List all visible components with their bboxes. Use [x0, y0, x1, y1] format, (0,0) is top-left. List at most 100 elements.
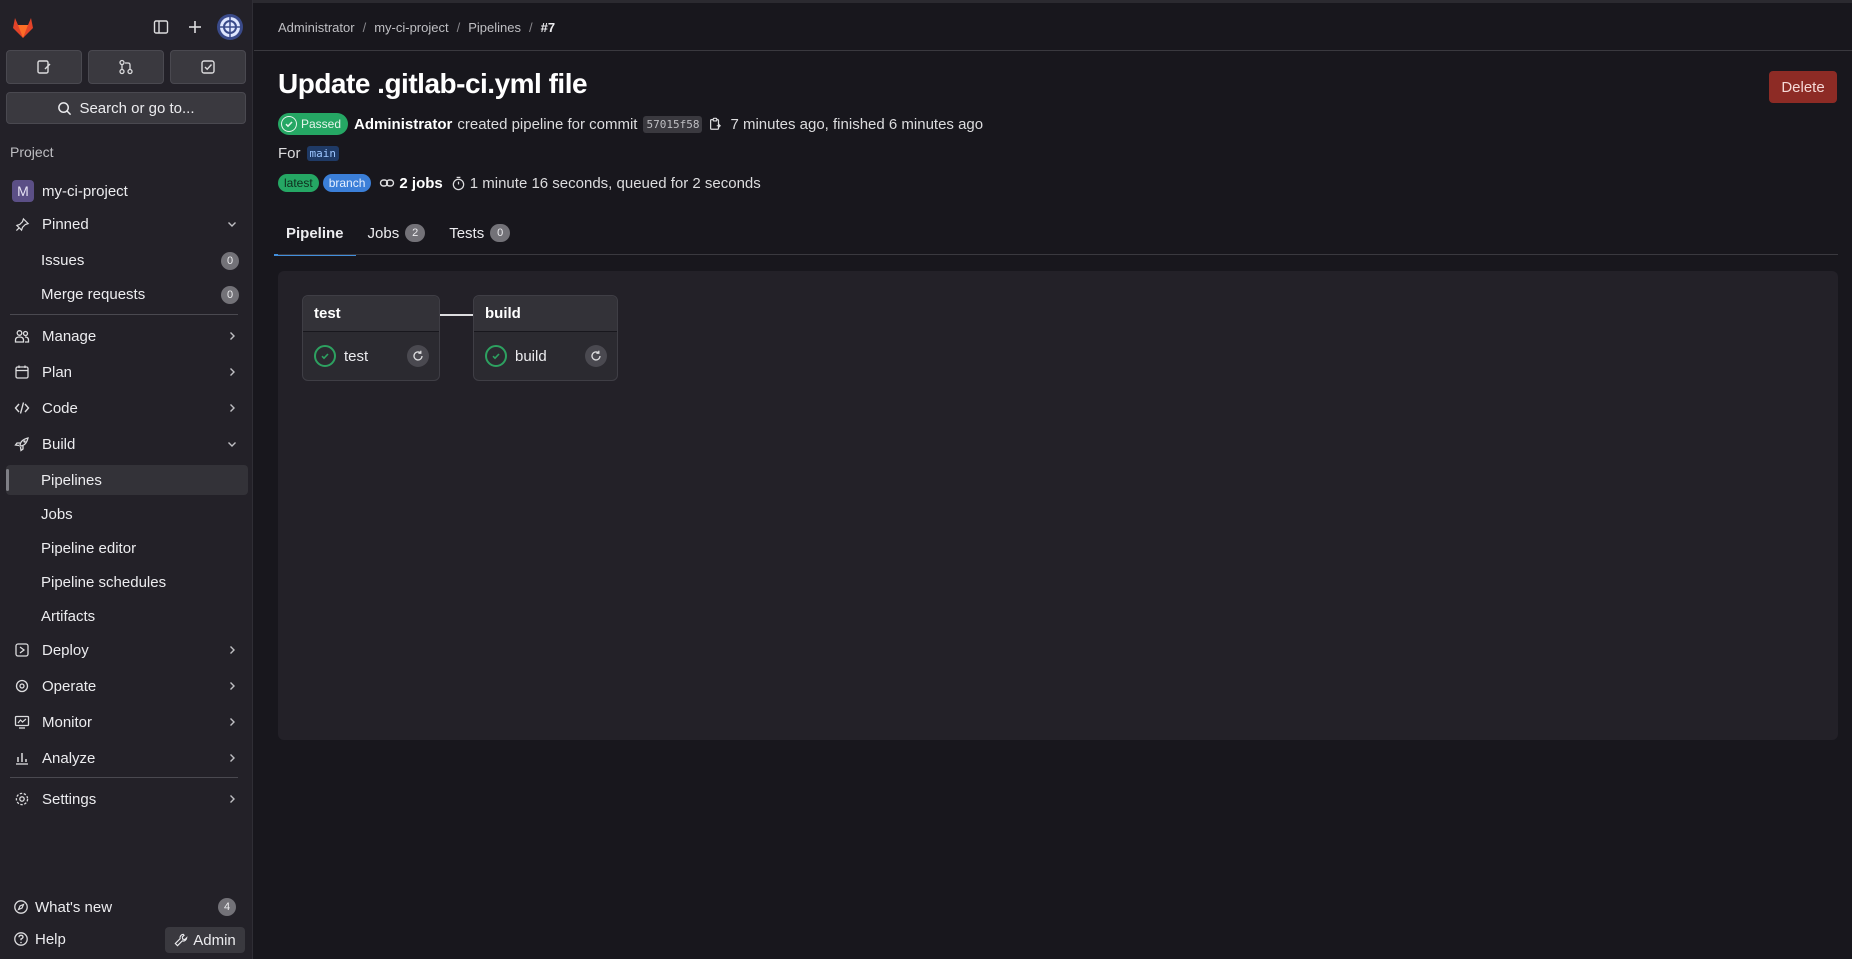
pipeline-author[interactable]: Administrator — [354, 116, 452, 133]
sidebar-item-label: Plan — [42, 363, 73, 381]
jobs-count[interactable]: 2 jobs — [399, 175, 442, 192]
sidebar-item-artifacts[interactable]: Artifacts — [6, 601, 248, 631]
sidebar-project-link[interactable]: M my-ci-project — [6, 175, 248, 207]
compass-icon — [13, 899, 29, 915]
chevron-down-icon — [226, 437, 238, 454]
sidebar-item-code[interactable]: Code — [6, 392, 248, 424]
create-new-icon[interactable] — [182, 14, 208, 40]
breadcrumb-item[interactable]: Pipelines — [468, 20, 521, 35]
status-badge[interactable]: Passed — [278, 113, 349, 135]
breadcrumb: Administrator / my-ci-project / Pipeline… — [278, 20, 556, 35]
help-button[interactable]: Help — [6, 925, 126, 953]
sidebar-item-manage[interactable]: Manage — [6, 320, 248, 352]
merge-requests-button[interactable] — [88, 50, 164, 84]
chevron-right-icon — [226, 401, 238, 418]
sidebar-item-label: Pipeline editor — [41, 539, 137, 557]
chevron-right-icon — [226, 643, 238, 660]
delete-button[interactable]: Delete — [1769, 71, 1837, 103]
sidebar-item-label: Monitor — [42, 713, 93, 731]
copy-icon[interactable] — [708, 117, 722, 131]
sidebar-item-jobs[interactable]: Jobs — [6, 499, 248, 529]
check-circle-icon — [281, 116, 297, 132]
job-item-build[interactable]: build — [474, 332, 617, 380]
breadcrumb-item[interactable]: my-ci-project — [374, 20, 448, 35]
retry-icon[interactable] — [585, 345, 607, 367]
whats-new-count-badge: 4 — [218, 898, 236, 916]
sidebar-item-label: Pinned — [42, 215, 89, 233]
help-label: Help — [35, 930, 66, 948]
sidebar-item-deploy[interactable]: Deploy — [6, 634, 248, 666]
tab-jobs[interactable]: Jobs 2 — [356, 212, 438, 254]
quick-actions — [6, 50, 246, 84]
retry-icon[interactable] — [407, 345, 429, 367]
sidebar-item-settings[interactable]: Settings — [6, 783, 248, 815]
tab-tests[interactable]: Tests 0 — [437, 212, 522, 254]
whats-new-label: What's new — [35, 898, 113, 916]
chevron-right-icon — [226, 715, 238, 732]
job-name: build — [515, 347, 547, 365]
sidebar-divider — [10, 777, 238, 778]
sidebar-item-pipelines[interactable]: Pipelines — [6, 465, 248, 495]
sidebar-item-analyze[interactable]: Analyze — [6, 742, 248, 774]
chevron-right-icon — [226, 751, 238, 768]
stage-title: test — [303, 296, 439, 332]
pipeline-time: 7 minutes ago, finished 6 minutes ago — [730, 115, 984, 133]
assigned-issues-button[interactable] — [6, 50, 82, 84]
sidebar-item-label: Artifacts — [41, 607, 96, 625]
job-item-test[interactable]: test — [303, 332, 439, 380]
chevron-right-icon — [226, 792, 238, 809]
sidebar-item-label: Issues — [41, 251, 85, 269]
cloud-gear-icon — [14, 678, 30, 694]
tab-count-badge: 0 — [490, 224, 511, 242]
user-avatar[interactable] — [217, 14, 243, 40]
chevron-down-icon — [226, 217, 238, 234]
stage-connector — [440, 314, 473, 316]
tabs-divider — [278, 254, 1838, 255]
toggle-sidebar-icon[interactable] — [148, 14, 174, 40]
breadcrumb-current[interactable]: #7 — [541, 20, 555, 35]
link-icon — [379, 175, 395, 191]
commit-sha[interactable]: 57015f58 — [643, 115, 703, 133]
sidebar-item-pipeline-editor[interactable]: Pipeline editor — [6, 533, 248, 563]
tab-count-badge: 2 — [405, 224, 426, 242]
tab-label: Tests — [449, 224, 485, 242]
branch-ref[interactable]: main — [306, 146, 339, 161]
sidebar-item-label: Pipeline schedules — [41, 573, 167, 591]
sidebar-item-plan[interactable]: Plan — [6, 356, 248, 388]
gitlab-logo-icon[interactable] — [10, 14, 36, 40]
sidebar-item-issues[interactable]: Issues 0 — [6, 245, 248, 275]
sidebar-item-pinned[interactable]: Pinned — [6, 208, 248, 240]
sidebar-item-operate[interactable]: Operate — [6, 670, 248, 702]
sidebar-section-title: Project — [10, 144, 54, 160]
gear-icon — [14, 791, 30, 807]
for-label: For — [278, 145, 301, 162]
whats-new-button[interactable]: What's new 4 — [6, 893, 248, 921]
pin-icon — [14, 217, 30, 232]
chevron-right-icon — [226, 329, 238, 346]
sidebar-item-merge-requests[interactable]: Merge requests 0 — [6, 279, 248, 309]
job-name: test — [344, 347, 369, 365]
deploy-icon — [14, 642, 30, 658]
search-button[interactable]: Search or go to... — [6, 92, 246, 124]
status-success-icon — [485, 345, 507, 367]
help-icon — [13, 931, 29, 947]
page-title: Update .gitlab-ci.yml file — [278, 68, 588, 99]
sidebar-item-label: Jobs — [41, 505, 73, 523]
sidebar-item-label: Settings — [42, 790, 97, 808]
sidebar-item-label: Build — [42, 435, 76, 453]
admin-button[interactable]: Admin — [165, 927, 245, 953]
sidebar-item-build[interactable]: Build — [6, 428, 248, 460]
sidebar-item-pipeline-schedules[interactable]: Pipeline schedules — [6, 567, 248, 597]
sidebar-item-monitor[interactable]: Monitor — [6, 706, 248, 738]
search-icon — [58, 101, 72, 115]
tab-pipeline[interactable]: Pipeline — [274, 212, 356, 256]
calendar-icon — [14, 364, 30, 380]
ref-row: For main — [278, 145, 339, 162]
breadcrumb-item[interactable]: Administrator — [278, 20, 355, 35]
stage-column-test: test test — [302, 295, 440, 381]
sidebar-item-label: Operate — [42, 677, 97, 695]
sidebar-item-label: Code — [42, 399, 78, 417]
todo-list-button[interactable] — [170, 50, 246, 84]
sidebar-divider — [10, 314, 238, 315]
status-label: Passed — [301, 117, 342, 131]
